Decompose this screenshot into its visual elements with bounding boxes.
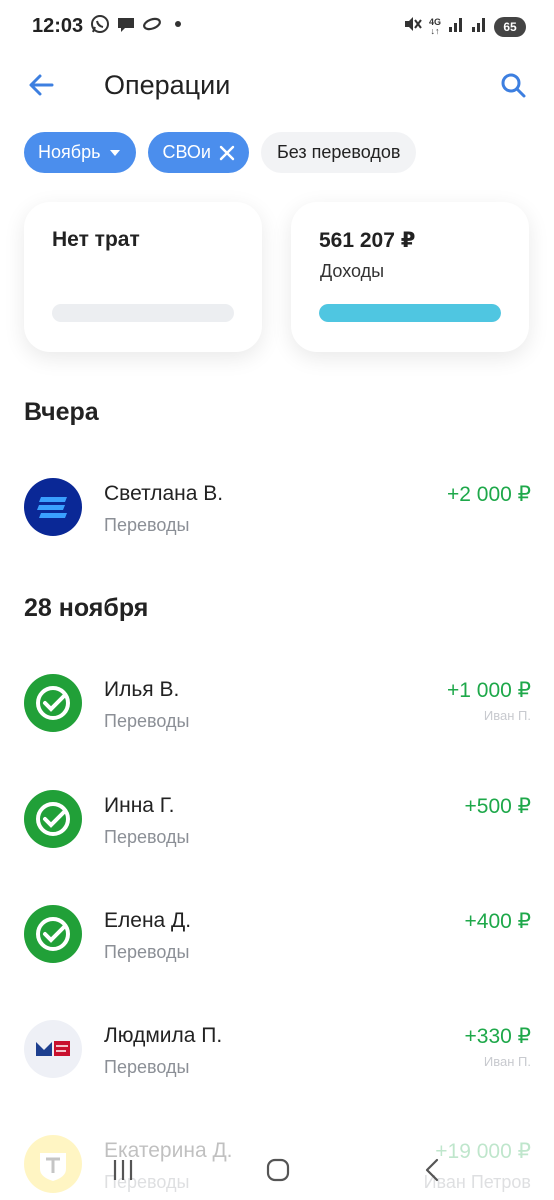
- income-card[interactable]: 561 207 ₽ Доходы: [291, 202, 529, 352]
- filter-category-label: СВОи: [162, 142, 211, 162]
- system-nav-bar: [0, 1140, 554, 1200]
- transaction-category: Переводы: [104, 942, 190, 962]
- network-label: 4G: [428, 16, 441, 27]
- transaction-category: Переводы: [104, 827, 190, 847]
- transaction-amount: +1 000 ₽: [446, 679, 531, 702]
- search-button[interactable]: [496, 68, 530, 102]
- status-bar: 12:03 4G ↓↑ 65: [0, 0, 554, 52]
- spending-progress-bar: [52, 304, 234, 322]
- recent-apps-icon: [113, 1160, 133, 1180]
- pochta-bank-logo: [24, 1020, 82, 1078]
- sber-bank-logo: [24, 905, 82, 963]
- transaction-name: Инна Г.: [104, 794, 175, 817]
- section-title-28-november: 28 ноября: [24, 594, 149, 622]
- filter-month-chip[interactable]: Ноябрь: [24, 132, 137, 173]
- close-icon[interactable]: [219, 145, 235, 161]
- transaction-row[interactable]: Елена Д. Переводы +400 ₽: [0, 905, 554, 985]
- recent-apps-button[interactable]: [103, 1152, 143, 1188]
- transaction-amount: +330 ₽: [464, 1025, 532, 1048]
- spending-amount: Нет трат: [52, 228, 140, 251]
- transaction-row[interactable]: Инна Г. Переводы +500 ₽: [0, 790, 554, 870]
- nav-back-button[interactable]: [413, 1152, 453, 1188]
- signal-icon: [448, 15, 464, 38]
- transaction-amount: +2 000 ₽: [446, 483, 531, 506]
- transaction-name: Светлана В.: [104, 482, 224, 505]
- arrow-left-icon: [29, 74, 54, 96]
- income-label: Доходы: [320, 261, 385, 281]
- whatsapp-icon: [90, 14, 110, 34]
- transaction-name: Людмила П.: [104, 1024, 223, 1047]
- section-title-yesterday: Вчера: [24, 398, 99, 426]
- network-4g-icon: 4G ↓↑: [428, 16, 441, 36]
- status-right-icons: 4G ↓↑ 65: [402, 14, 526, 39]
- sber-bank-logo: [24, 790, 82, 848]
- transaction-amount: +500 ₽: [464, 795, 532, 818]
- transaction-category: Переводы: [104, 515, 190, 535]
- infinity-icon: [142, 14, 162, 34]
- filter-chips: Ноябрь СВОи Без переводов: [24, 132, 417, 173]
- back-icon: [425, 1158, 439, 1182]
- home-icon: [266, 1158, 290, 1182]
- search-icon: [501, 73, 526, 98]
- transaction-category: Переводы: [104, 711, 190, 731]
- transaction-row[interactable]: Илья В. Переводы +1 000 ₽ Иван П.: [0, 674, 554, 754]
- back-button[interactable]: [24, 68, 58, 102]
- dot-icon: [168, 14, 188, 34]
- income-amount: 561 207 ₽: [319, 229, 416, 252]
- chat-icon: [116, 14, 136, 34]
- vtb-bank-logo: [24, 478, 82, 536]
- transaction-amount: +400 ₽: [464, 910, 532, 933]
- transaction-note: Иван П.: [483, 1054, 531, 1069]
- transaction-row[interactable]: Светлана В. Переводы +2 000 ₽: [0, 478, 554, 558]
- signal-icon-2: [471, 15, 487, 38]
- page-title: Операции: [104, 70, 231, 100]
- battery-indicator: 65: [494, 16, 526, 37]
- transaction-row[interactable]: Людмила П. Переводы +330 ₽ Иван П.: [0, 1020, 554, 1100]
- transaction-name: Илья В.: [104, 678, 180, 701]
- income-progress-fill: [319, 304, 501, 322]
- spending-card[interactable]: Нет трат: [24, 202, 262, 352]
- status-left-icons: [90, 14, 188, 34]
- status-time: 12:03: [32, 15, 84, 37]
- filter-month-label: Ноябрь: [38, 142, 101, 162]
- app-header: Операции: [0, 60, 554, 110]
- income-progress-bar: [319, 304, 501, 322]
- mute-icon: [402, 14, 422, 39]
- transaction-name: Елена Д.: [104, 909, 192, 932]
- transaction-note: Иван П.: [483, 708, 531, 723]
- filter-category-chip[interactable]: СВОи: [148, 132, 249, 173]
- filter-no-transfers-label: Без переводов: [276, 142, 401, 162]
- filter-no-transfers-chip[interactable]: Без переводов: [260, 132, 417, 173]
- sber-bank-logo: [24, 674, 82, 732]
- home-button[interactable]: [258, 1152, 298, 1188]
- transaction-category: Переводы: [104, 1057, 190, 1077]
- chevron-down-icon: [108, 146, 122, 160]
